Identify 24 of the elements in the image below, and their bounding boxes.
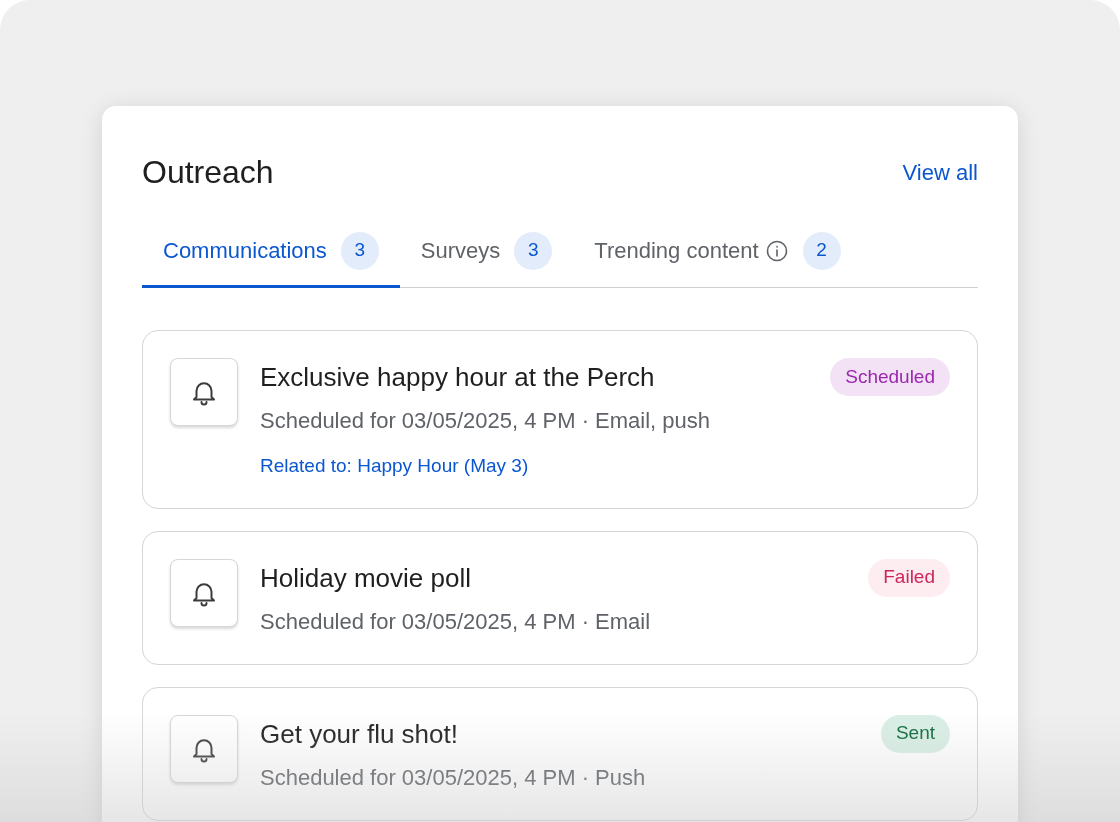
tab-label: Surveys	[420, 237, 501, 265]
status-pill: Failed	[868, 558, 950, 597]
communication-card[interactable]: Holiday movie poll Failed Scheduled for 03/05/2025, 4 PM · Email	[142, 530, 978, 665]
count-badge: 3	[340, 231, 379, 270]
view-all-link[interactable]: View all	[902, 155, 978, 189]
item-subtitle: Scheduled for 03/05/2025, 4 PM · Email	[260, 607, 652, 636]
count-badge: 2	[802, 231, 841, 270]
item-title: Exclusive happy hour at the Perch	[260, 361, 655, 393]
item-title: Get your flu shot!	[260, 717, 458, 750]
item-title: Holiday movie poll	[260, 561, 471, 594]
communication-card[interactable]: Exclusive happy hour at the Perch Scheduled Scheduled for 03/05/2025, 4 PM · Email, push Related to: Happy Hour (May 3)	[142, 330, 978, 509]
status-pill: Sent	[880, 714, 950, 753]
item-subtitle: Scheduled for 03/05/2025, 4 PM · Email, push	[260, 407, 712, 435]
status-pill: Scheduled	[830, 358, 950, 396]
tab-label: Trending content	[594, 237, 759, 265]
tab[interactable]: Communications 3	[142, 216, 400, 288]
card-title: Outreach	[142, 153, 274, 192]
count-badge: 3	[514, 231, 553, 270]
related-link[interactable]: Related to: Happy Hour (May 3)	[260, 452, 529, 481]
item-subtitle: Scheduled for 03/05/2025, 4 PM · Push	[260, 763, 647, 792]
tab[interactable]: Surveys 3	[399, 216, 574, 288]
tab[interactable]: Trending content 2	[573, 216, 862, 288]
tab-label: Communications	[163, 237, 327, 265]
communication-card[interactable]: Get your flu shot! Sent Scheduled for 03/05/2025, 4 PM · Push	[142, 686, 978, 821]
